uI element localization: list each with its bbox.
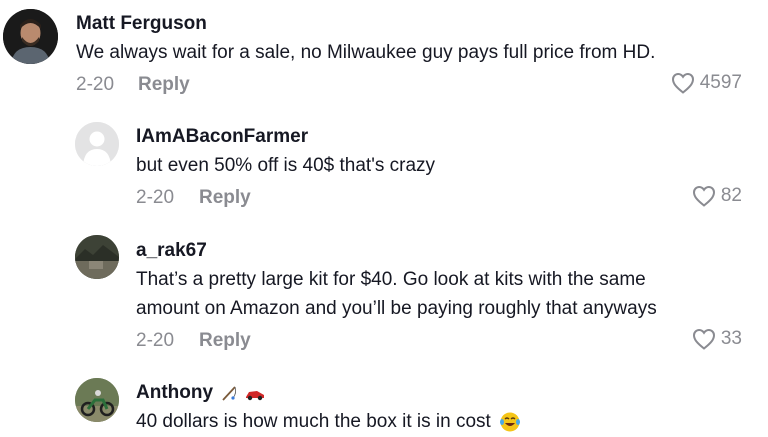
comment-text: That’s a pretty large kit for $40. Go lo…: [136, 269, 646, 290]
heart-icon: [671, 72, 694, 94]
comment-username[interactable]: a_rak67: [136, 240, 207, 262]
comment-item: Matt Ferguson We always wait for a sale,…: [0, 0, 768, 110]
default-avatar-icon: [75, 122, 119, 166]
reply-button[interactable]: Reply: [138, 74, 190, 96]
comment-item: IAmABaconFarmer but even 50% off is 40$ …: [0, 110, 768, 225]
heart-icon: [692, 185, 715, 207]
heart-icon: [692, 328, 715, 350]
comment-username[interactable]: Anthony: [136, 382, 265, 404]
comment-text: amount on Amazon and you’ll be paying ro…: [136, 298, 657, 319]
reply-button[interactable]: Reply: [199, 187, 251, 209]
like-count: 4597: [699, 72, 742, 93]
like-button[interactable]: 4597: [671, 72, 742, 94]
laughing-crying-emoji: [500, 412, 521, 432]
comment-username[interactable]: IAmABaconFarmer: [136, 126, 308, 148]
comment-text-body: 40 dollars is how much the box it is in …: [136, 411, 491, 432]
comment-text: but even 50% off is 40$ that's crazy: [136, 155, 436, 176]
comment-item: Anthony 40 dollars is how much the box i…: [0, 370, 768, 437]
comment-item: a_rak67 That’s a pretty large kit for $4…: [0, 225, 768, 370]
avatar[interactable]: [75, 378, 119, 422]
like-button[interactable]: 33: [692, 328, 742, 350]
landscape-photo-icon: [75, 235, 119, 279]
comment-date: 2-20: [136, 330, 175, 351]
avatar[interactable]: [75, 122, 119, 166]
person-photo-icon: [3, 9, 58, 64]
fishing-pole-emoji: [222, 386, 237, 401]
comment-text: 40 dollars is how much the box it is in …: [136, 407, 521, 436]
comment-date: 2-20: [136, 187, 175, 208]
comment-text: We always wait for a sale, no Milwaukee …: [76, 42, 656, 63]
racing-car-emoji: [245, 390, 264, 401]
like-count: 33: [720, 328, 742, 349]
like-count: 82: [720, 185, 742, 206]
comment-date: 2-20: [76, 74, 115, 95]
avatar[interactable]: [75, 235, 119, 279]
username-text: Anthony: [136, 382, 214, 403]
like-button[interactable]: 82: [692, 185, 742, 207]
avatar[interactable]: [3, 9, 58, 64]
reply-button[interactable]: Reply: [199, 330, 251, 352]
dirt-bike-photo-icon: [75, 378, 119, 422]
comment-username[interactable]: Matt Ferguson: [76, 13, 207, 35]
